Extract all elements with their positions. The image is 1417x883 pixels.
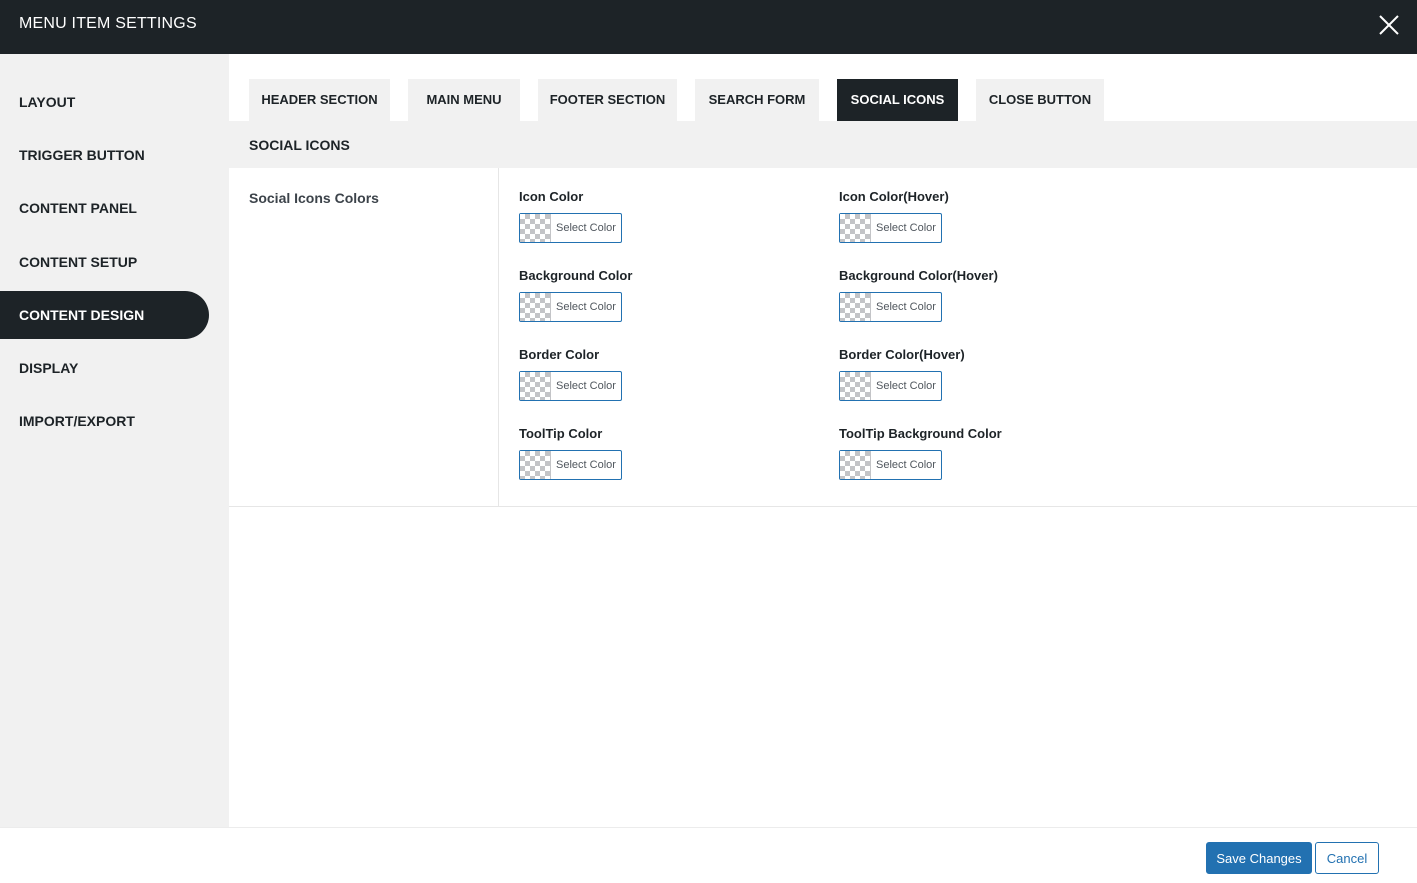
border-color-picker-button[interactable]: Select Color	[519, 371, 622, 401]
sidebar-item-content-setup[interactable]: CONTENT SETUP	[0, 238, 209, 286]
tab-social-icons[interactable]: SOCIAL ICONS	[837, 79, 958, 121]
field-background-color-hover: Background Color(Hover) Select Color	[839, 266, 998, 322]
sidebar-item-display[interactable]: DISPLAY	[0, 344, 209, 392]
select-color-label: Select Color	[556, 222, 616, 234]
transparent-swatch	[840, 293, 871, 321]
transparent-swatch	[840, 451, 871, 479]
field-label: Background Color(Hover)	[839, 268, 998, 283]
transparent-swatch	[520, 293, 551, 321]
social-icons-settings: Social Icons Colors Icon Color Select Co…	[229, 168, 1417, 507]
section-header: SOCIAL ICONS	[229, 121, 1417, 168]
field-tooltip-background-color: ToolTip Background Color Select Color	[839, 424, 1002, 480]
transparent-swatch	[520, 372, 551, 400]
select-color-label: Select Color	[556, 459, 616, 471]
field-border-color: Border Color Select Color	[519, 345, 622, 401]
field-label: Background Color	[519, 268, 633, 283]
field-icon-color-hover: Icon Color(Hover) Select Color	[839, 187, 949, 243]
transparent-swatch	[840, 214, 871, 242]
close-icon	[1379, 15, 1399, 35]
icon-color-hover-picker-button[interactable]: Select Color	[839, 213, 942, 243]
group-label: Social Icons Colors	[249, 190, 379, 206]
field-border-color-hover: Border Color(Hover) Select Color	[839, 345, 965, 401]
section-title: SOCIAL ICONS	[249, 137, 350, 153]
tooltip-color-picker-button[interactable]: Select Color	[519, 450, 622, 480]
save-changes-button[interactable]: Save Changes	[1206, 842, 1312, 874]
tooltip-background-color-picker-button[interactable]: Select Color	[839, 450, 942, 480]
column-divider	[498, 168, 499, 507]
tab-close-button[interactable]: CLOSE BUTTON	[976, 79, 1104, 121]
modal-header: MENU ITEM SETTINGS	[0, 0, 1417, 54]
sidebar-item-trigger-button[interactable]: TRIGGER BUTTON	[0, 131, 209, 179]
settings-sidebar: LAYOUT TRIGGER BUTTON CONTENT PANEL CONT…	[0, 54, 229, 827]
border-color-hover-picker-button[interactable]: Select Color	[839, 371, 942, 401]
field-label: Icon Color	[519, 189, 584, 204]
transparent-swatch	[520, 451, 551, 479]
sidebar-item-content-design[interactable]: CONTENT DESIGN	[0, 291, 209, 339]
select-color-label: Select Color	[876, 222, 936, 234]
modal-footer: Save Changes Cancel	[0, 827, 1417, 883]
icon-color-picker-button[interactable]: Select Color	[519, 213, 622, 243]
tab-footer-section[interactable]: FOOTER SECTION	[538, 79, 677, 121]
modal-title: MENU ITEM SETTINGS	[19, 15, 197, 32]
sidebar-item-content-panel[interactable]: CONTENT PANEL	[0, 184, 209, 232]
background-color-hover-picker-button[interactable]: Select Color	[839, 292, 942, 322]
select-color-label: Select Color	[876, 459, 936, 471]
select-color-label: Select Color	[556, 380, 616, 392]
tab-main-menu[interactable]: MAIN MENU	[408, 79, 520, 121]
field-label: Icon Color(Hover)	[839, 189, 949, 204]
section-tabs: HEADER SECTION MAIN MENU FOOTER SECTION …	[229, 54, 1417, 121]
field-background-color: Background Color Select Color	[519, 266, 632, 322]
field-label: Border Color(Hover)	[839, 347, 965, 362]
field-icon-color: Icon Color Select Color	[519, 187, 622, 243]
field-tooltip-color: ToolTip Color Select Color	[519, 424, 622, 480]
background-color-picker-button[interactable]: Select Color	[519, 292, 622, 322]
select-color-label: Select Color	[876, 301, 936, 313]
select-color-label: Select Color	[556, 301, 616, 313]
transparent-swatch	[840, 372, 871, 400]
tab-search-form[interactable]: SEARCH FORM	[695, 79, 819, 121]
transparent-swatch	[520, 214, 551, 242]
sidebar-item-import-export[interactable]: IMPORT/EXPORT	[0, 397, 209, 445]
field-label: ToolTip Background Color	[839, 426, 1002, 441]
select-color-label: Select Color	[876, 380, 936, 392]
field-label: ToolTip Color	[519, 426, 603, 441]
field-label: Border Color	[519, 347, 600, 362]
cancel-button[interactable]: Cancel	[1315, 842, 1379, 874]
sidebar-item-layout[interactable]: LAYOUT	[0, 78, 209, 126]
close-button[interactable]	[1372, 8, 1406, 42]
tab-header-section[interactable]: HEADER SECTION	[249, 79, 390, 121]
